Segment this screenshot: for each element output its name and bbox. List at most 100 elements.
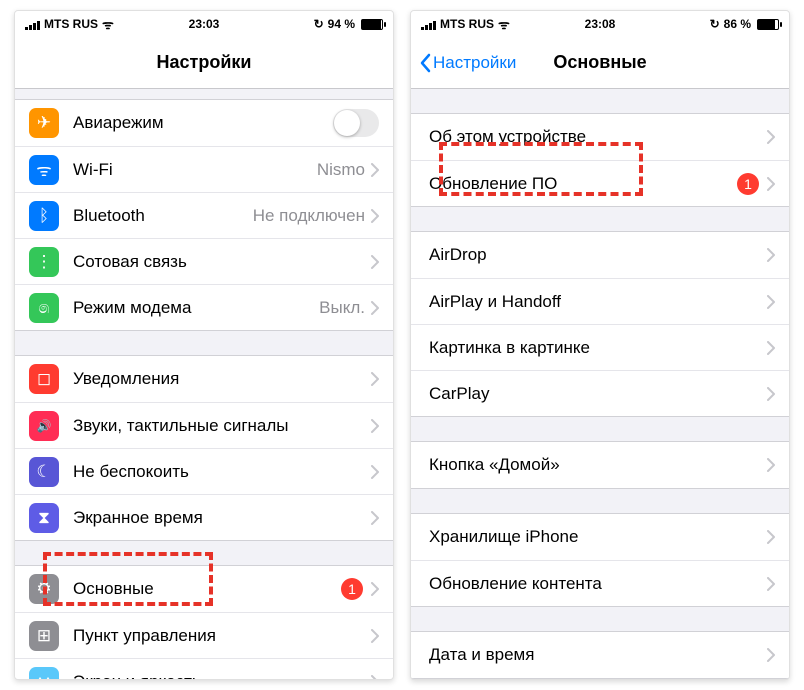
settings-row-bluetooth-icon[interactable]: ᛒBluetoothНе подключен bbox=[15, 192, 393, 238]
wifi-icon: ᯤ bbox=[498, 15, 510, 33]
row-label: Кнопка «Домой» bbox=[429, 455, 767, 475]
general-group-3: Кнопка «Домой» bbox=[411, 441, 789, 489]
signal-icon bbox=[25, 19, 40, 30]
carrier-label: MTS RUS bbox=[440, 17, 494, 31]
chevron-right-icon bbox=[767, 530, 775, 544]
settings-row-airplane-icon[interactable]: ✈ Авиарежим bbox=[15, 100, 393, 146]
notifications-icon: ◻ bbox=[29, 364, 59, 394]
chevron-right-icon bbox=[767, 387, 775, 401]
chevron-right-icon bbox=[767, 248, 775, 262]
settings-row-notifications-icon[interactable]: ◻Уведомления bbox=[15, 356, 393, 402]
badge: 1 bbox=[737, 173, 759, 195]
chevron-right-icon bbox=[767, 458, 775, 472]
chevron-right-icon bbox=[371, 675, 379, 681]
row-label: CarPlay bbox=[429, 384, 767, 404]
nav-header-right: Настройки Основные bbox=[411, 37, 789, 89]
battery-icon bbox=[757, 19, 779, 30]
settings-row-general-icon[interactable]: ⚙ Основные1 bbox=[15, 566, 393, 612]
status-bar-left: MTS RUS ᯤ 23:03 ↻ 94 % bbox=[15, 11, 393, 37]
chevron-right-icon bbox=[371, 255, 379, 269]
battery-pct: 94 % bbox=[328, 17, 355, 31]
general-group-1: Об этом устройстве Обновление ПО1 bbox=[411, 113, 789, 207]
carrier-label: MTS RUS bbox=[44, 17, 98, 31]
settings-row-screentime-icon[interactable]: ⧗ Экранное время bbox=[15, 494, 393, 540]
general-row[interactable]: CarPlay bbox=[411, 370, 789, 416]
row-label: Экранное время bbox=[73, 508, 371, 528]
sounds-icon: 🔊 bbox=[29, 411, 59, 441]
status-bar-right: MTS RUS ᯤ 23:08 ↻ 86 % bbox=[411, 11, 789, 37]
settings-row-control-icon[interactable]: ⊞Пункт управления bbox=[15, 612, 393, 658]
general-row[interactable]: Хранилище iPhone bbox=[411, 514, 789, 560]
row-label: Об этом устройстве bbox=[429, 127, 767, 147]
general-row[interactable]: Кнопка «Домой» bbox=[411, 442, 789, 488]
general-row[interactable]: Обновление ПО1 bbox=[411, 160, 789, 206]
chevron-right-icon bbox=[371, 629, 379, 643]
recharge-icon: ↻ bbox=[710, 17, 720, 31]
airplane-icon: ✈ bbox=[29, 108, 59, 138]
row-label: Не беспокоить bbox=[73, 462, 371, 482]
settings-group-1: ✈ Авиарежим ᯤWi-FiNismoᛒBluetoothНе подклю… bbox=[15, 99, 393, 331]
badge: 1 bbox=[341, 578, 363, 600]
row-label: AirDrop bbox=[429, 245, 767, 265]
general-row[interactable]: AirDrop bbox=[411, 232, 789, 278]
chevron-right-icon bbox=[767, 341, 775, 355]
row-label: AirPlay и Handoff bbox=[429, 292, 767, 312]
page-title: Основные bbox=[553, 52, 646, 73]
bluetooth-icon: ᛒ bbox=[29, 201, 59, 231]
back-button[interactable]: Настройки bbox=[419, 53, 516, 73]
settings-row-wifi-icon[interactable]: ᯤWi-FiNismo bbox=[15, 146, 393, 192]
chevron-right-icon bbox=[371, 465, 379, 479]
general-row[interactable]: Обновление контента bbox=[411, 560, 789, 606]
row-label: Хранилище iPhone bbox=[429, 527, 767, 547]
chevron-right-icon bbox=[371, 419, 379, 433]
toggle-switch[interactable] bbox=[333, 109, 379, 137]
row-value: Не подключен bbox=[253, 206, 365, 226]
recharge-icon: ↻ bbox=[314, 17, 324, 31]
chevron-right-icon bbox=[371, 511, 379, 525]
chevron-right-icon bbox=[371, 209, 379, 223]
row-label: Обновление ПО bbox=[429, 174, 737, 194]
row-label: Пункт управления bbox=[73, 626, 371, 646]
chevron-right-icon bbox=[767, 130, 775, 144]
clock-label: 23:03 bbox=[189, 17, 220, 31]
general-icon: ⚙ bbox=[29, 574, 59, 604]
settings-group-2: ◻Уведомления 🔊 Звуки, тактильные сигналы ☾ Н… bbox=[15, 355, 393, 541]
row-label: Авиарежим bbox=[73, 113, 333, 133]
page-title: Настройки bbox=[157, 52, 252, 73]
cellular-icon: ⋮ bbox=[29, 247, 59, 277]
general-row[interactable]: Дата и время bbox=[411, 632, 789, 678]
row-label: Дата и время bbox=[429, 645, 767, 665]
dnd-icon: ☾ bbox=[29, 457, 59, 487]
chevron-right-icon bbox=[371, 582, 379, 596]
battery-pct: 86 % bbox=[724, 17, 751, 31]
back-label: Настройки bbox=[433, 53, 516, 73]
row-value: Выкл. bbox=[319, 298, 365, 318]
general-row[interactable]: Картинка в картинке bbox=[411, 324, 789, 370]
clock-label: 23:08 bbox=[585, 17, 616, 31]
general-row[interactable]: AirPlay и Handoff bbox=[411, 278, 789, 324]
phone-general: MTS RUS ᯤ 23:08 ↻ 86 % Настройки Основны… bbox=[410, 10, 790, 680]
row-label: Основные bbox=[73, 579, 341, 599]
row-label: Звуки, тактильные сигналы bbox=[73, 416, 371, 436]
settings-row-display-icon[interactable]: AAЭкран и яркость bbox=[15, 658, 393, 680]
nav-header-left: Настройки bbox=[15, 37, 393, 89]
wifi-icon: ᯤ bbox=[29, 155, 59, 185]
row-label: Картинка в картинке bbox=[429, 338, 767, 358]
general-group-2: AirDrop AirPlay и Handoff Картинка в карти… bbox=[411, 231, 789, 417]
wifi-icon: ᯤ bbox=[102, 15, 114, 33]
display-icon: AA bbox=[29, 667, 59, 681]
chevron-right-icon bbox=[767, 648, 775, 662]
chevron-right-icon bbox=[767, 177, 775, 191]
screentime-icon: ⧗ bbox=[29, 503, 59, 533]
chevron-right-icon bbox=[371, 372, 379, 386]
settings-row-hotspot-icon[interactable]: ෧Режим модемаВыкл. bbox=[15, 284, 393, 330]
chevron-right-icon bbox=[371, 163, 379, 177]
general-row[interactable]: Об этом устройстве bbox=[411, 114, 789, 160]
general-group-4: Хранилище iPhone Обновление контента bbox=[411, 513, 789, 607]
settings-row-sounds-icon[interactable]: 🔊 Звуки, тактильные сигналы bbox=[15, 402, 393, 448]
settings-group-3: ⚙ Основные1 ⊞Пункт управленияAAЭкран и ярк… bbox=[15, 565, 393, 680]
row-label: Сотовая связь bbox=[73, 252, 371, 272]
chevron-right-icon bbox=[767, 577, 775, 591]
settings-row-cellular-icon[interactable]: ⋮ Сотовая связь bbox=[15, 238, 393, 284]
settings-row-dnd-icon[interactable]: ☾ Не беспокоить bbox=[15, 448, 393, 494]
